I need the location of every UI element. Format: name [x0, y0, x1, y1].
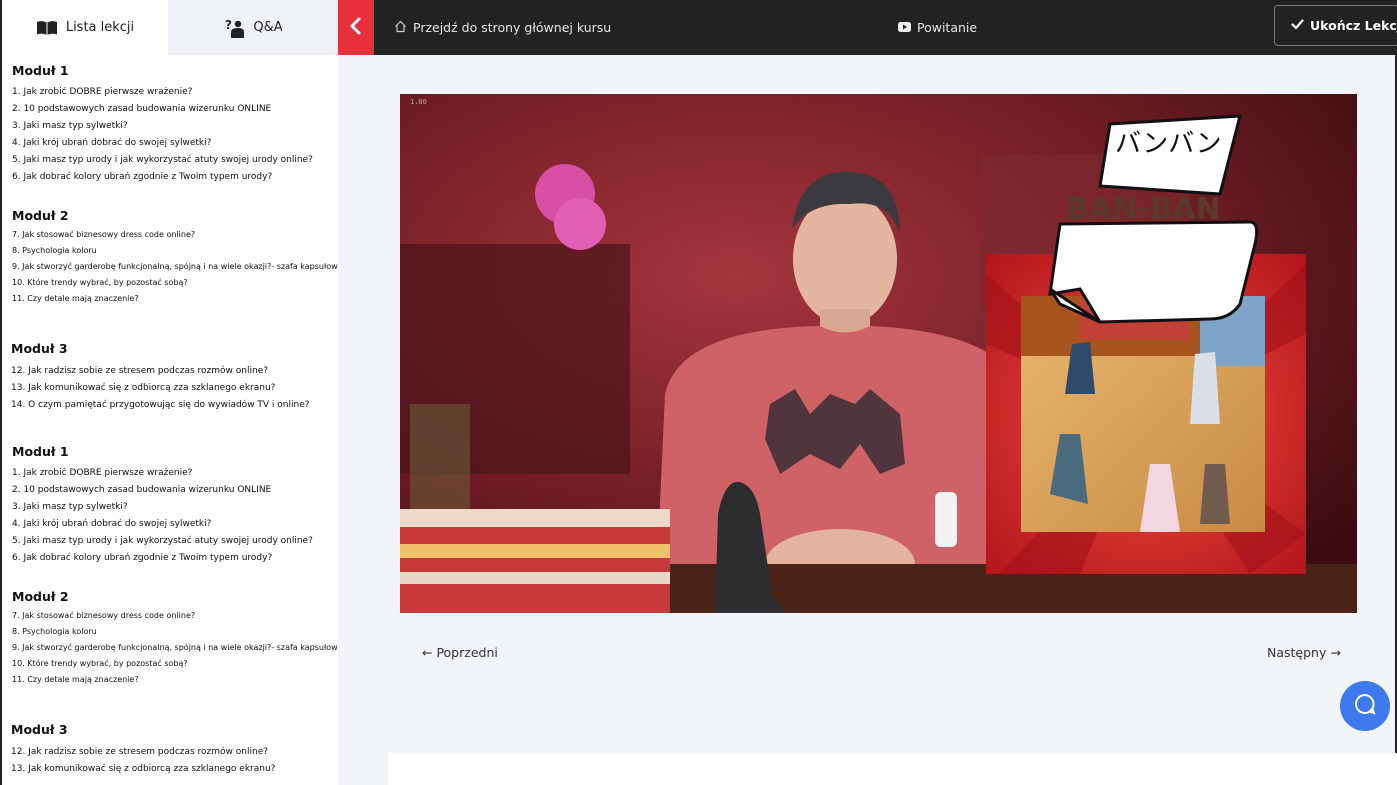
- module-title: Moduł 3: [11, 722, 68, 737]
- lesson-content: バンバン BAN-BAN 1.00 ← Poprzedni Następny →: [338, 55, 1397, 785]
- tab-lesson-list[interactable]: Lista lekcji: [2, 0, 168, 55]
- current-lesson-title: Powitanie: [898, 0, 977, 55]
- lesson-item[interactable]: 8. Psychologia koloru: [12, 624, 340, 640]
- video-player[interactable]: バンバン BAN-BAN 1.00: [400, 94, 1357, 613]
- module-title: Moduł 2: [12, 589, 69, 604]
- lesson-item[interactable]: 9. Jak stworzyć garderobę funkcjonalną, …: [12, 640, 340, 656]
- chat-bubble-icon: [1354, 693, 1376, 719]
- module-section: Moduł 2 7. Jak stosować biznesowy dress …: [2, 589, 340, 688]
- tab-lesson-list-label: Lista lekcji: [65, 20, 135, 35]
- lesson-item[interactable]: 12. Jak radzisz sobie ze stresem podczas…: [11, 744, 340, 761]
- module-section: Moduł 3 12. Jak radzisz sobie ze stresem…: [2, 341, 340, 414]
- lesson-item[interactable]: 13. Jak komunikować się z odbiorcą zza s…: [11, 380, 340, 397]
- lesson-item[interactable]: 1. Jak zrobić DOBRE pierwsze wrażenie?: [12, 465, 340, 482]
- lesson-item[interactable]: 11. Czy detale mają znaczenie?: [12, 291, 340, 307]
- video-speed-label: 1.00: [410, 98, 427, 106]
- question-person-icon: ?: [225, 18, 245, 38]
- module-section: Moduł 1 1. Jak zrobić DOBRE pierwsze wra…: [2, 63, 340, 186]
- svg-text:?: ?: [225, 18, 232, 32]
- lesson-item[interactable]: 6. Jak dobrać kolory ubrań zgodnie z Two…: [12, 550, 340, 567]
- lesson-item[interactable]: 2. 10 podstawowych zasad budowania wizer…: [12, 482, 340, 499]
- lesson-item[interactable]: 13. Jak komunikować się z odbiorcą zza s…: [11, 761, 340, 778]
- lesson-description-panel: [388, 753, 1397, 785]
- lesson-item[interactable]: 6. Jak dobrać kolory ubrań zgodnie z Two…: [12, 169, 340, 186]
- lesson-item[interactable]: 2. 10 podstawowych zasad budowania wizer…: [12, 101, 340, 118]
- previous-lesson-link[interactable]: ← Poprzedni: [422, 645, 498, 660]
- course-home-label: Przejdź do strony głównej kursu: [413, 20, 612, 35]
- module-section: Moduł 2 7. Jak stosować biznesowy dress …: [2, 208, 340, 307]
- chevron-left-icon: [349, 17, 363, 39]
- video-frame: バンバン BAN-BAN: [400, 94, 1357, 613]
- lesson-item[interactable]: 3. Jaki masz typ sylwetki?: [12, 499, 340, 516]
- module-title: Moduł 2: [12, 208, 69, 223]
- lesson-sidebar: Lista lekcji ? Q&A Moduł 1 1. Jak zrobić…: [0, 0, 340, 785]
- lesson-item[interactable]: 3. Jaki masz typ sylwetki?: [12, 118, 340, 135]
- sidebar-tabs: Lista lekcji ? Q&A: [2, 0, 340, 55]
- lesson-item[interactable]: 14. O czym pamiętać przygotowując się do…: [11, 397, 340, 414]
- back-button[interactable]: [338, 0, 374, 55]
- lesson-item[interactable]: 11. Czy detale mają znaczenie?: [12, 672, 340, 688]
- module-section: Moduł 3 12. Jak radzisz sobie ze stresem…: [2, 722, 340, 778]
- complete-lesson-button[interactable]: Ukończ Lekcję: [1274, 5, 1397, 46]
- tab-qa[interactable]: ? Q&A: [168, 0, 340, 55]
- course-home-link[interactable]: Przejdź do strony głównej kursu: [394, 0, 611, 55]
- module-section: Moduł 1 1. Jak zrobić DOBRE pierwsze wra…: [2, 444, 340, 567]
- video-caption-en: BAN-BAN: [1066, 192, 1221, 227]
- lesson-item[interactable]: 9. Jak stworzyć garderobę funkcjonalną, …: [12, 259, 340, 275]
- module-title: Moduł 1: [12, 444, 69, 459]
- lesson-item[interactable]: 1. Jak zrobić DOBRE pierwsze wrażenie?: [12, 84, 340, 101]
- lesson-item[interactable]: 5. Jaki masz typ urody i jak wykorzystać…: [12, 533, 340, 550]
- module-title: Moduł 3: [11, 341, 68, 356]
- module-title: Moduł 1: [12, 63, 69, 78]
- book-icon: [36, 20, 58, 36]
- lesson-item[interactable]: 5. Jaki masz typ urody i jak wykorzystać…: [12, 152, 340, 169]
- complete-lesson-label: Ukończ Lekcję: [1310, 18, 1397, 33]
- lesson-item[interactable]: 4. Jaki krój ubrań dobrać do swojej sylw…: [12, 135, 340, 152]
- current-lesson-label: Powitanie: [917, 20, 978, 35]
- lesson-item[interactable]: 10. Które trendy wybrać, by pozostać sob…: [12, 275, 340, 291]
- lesson-item[interactable]: 10. Które trendy wybrać, by pozostać sob…: [12, 656, 340, 672]
- check-icon: [1291, 18, 1304, 33]
- lesson-item[interactable]: 12. Jak radzisz sobie ze stresem podczas…: [11, 363, 340, 380]
- lesson-item[interactable]: 7. Jak stosować biznesowy dress code onl…: [12, 227, 340, 243]
- youtube-icon: [898, 20, 911, 35]
- course-topbar: Przejdź do strony głównej kursu Powitani…: [338, 0, 1397, 55]
- next-lesson-link[interactable]: Następny →: [1267, 645, 1341, 660]
- video-caption-jp: バンバン: [1115, 129, 1222, 159]
- lesson-item[interactable]: 8. Psychologia koloru: [12, 243, 340, 259]
- home-icon: [394, 20, 407, 36]
- chat-launcher-button[interactable]: [1340, 681, 1390, 731]
- lesson-item[interactable]: 4. Jaki krój ubrań dobrać do swojej sylw…: [12, 516, 340, 533]
- lesson-item[interactable]: 7. Jak stosować biznesowy dress code onl…: [12, 608, 340, 624]
- tab-qa-label: Q&A: [253, 20, 283, 35]
